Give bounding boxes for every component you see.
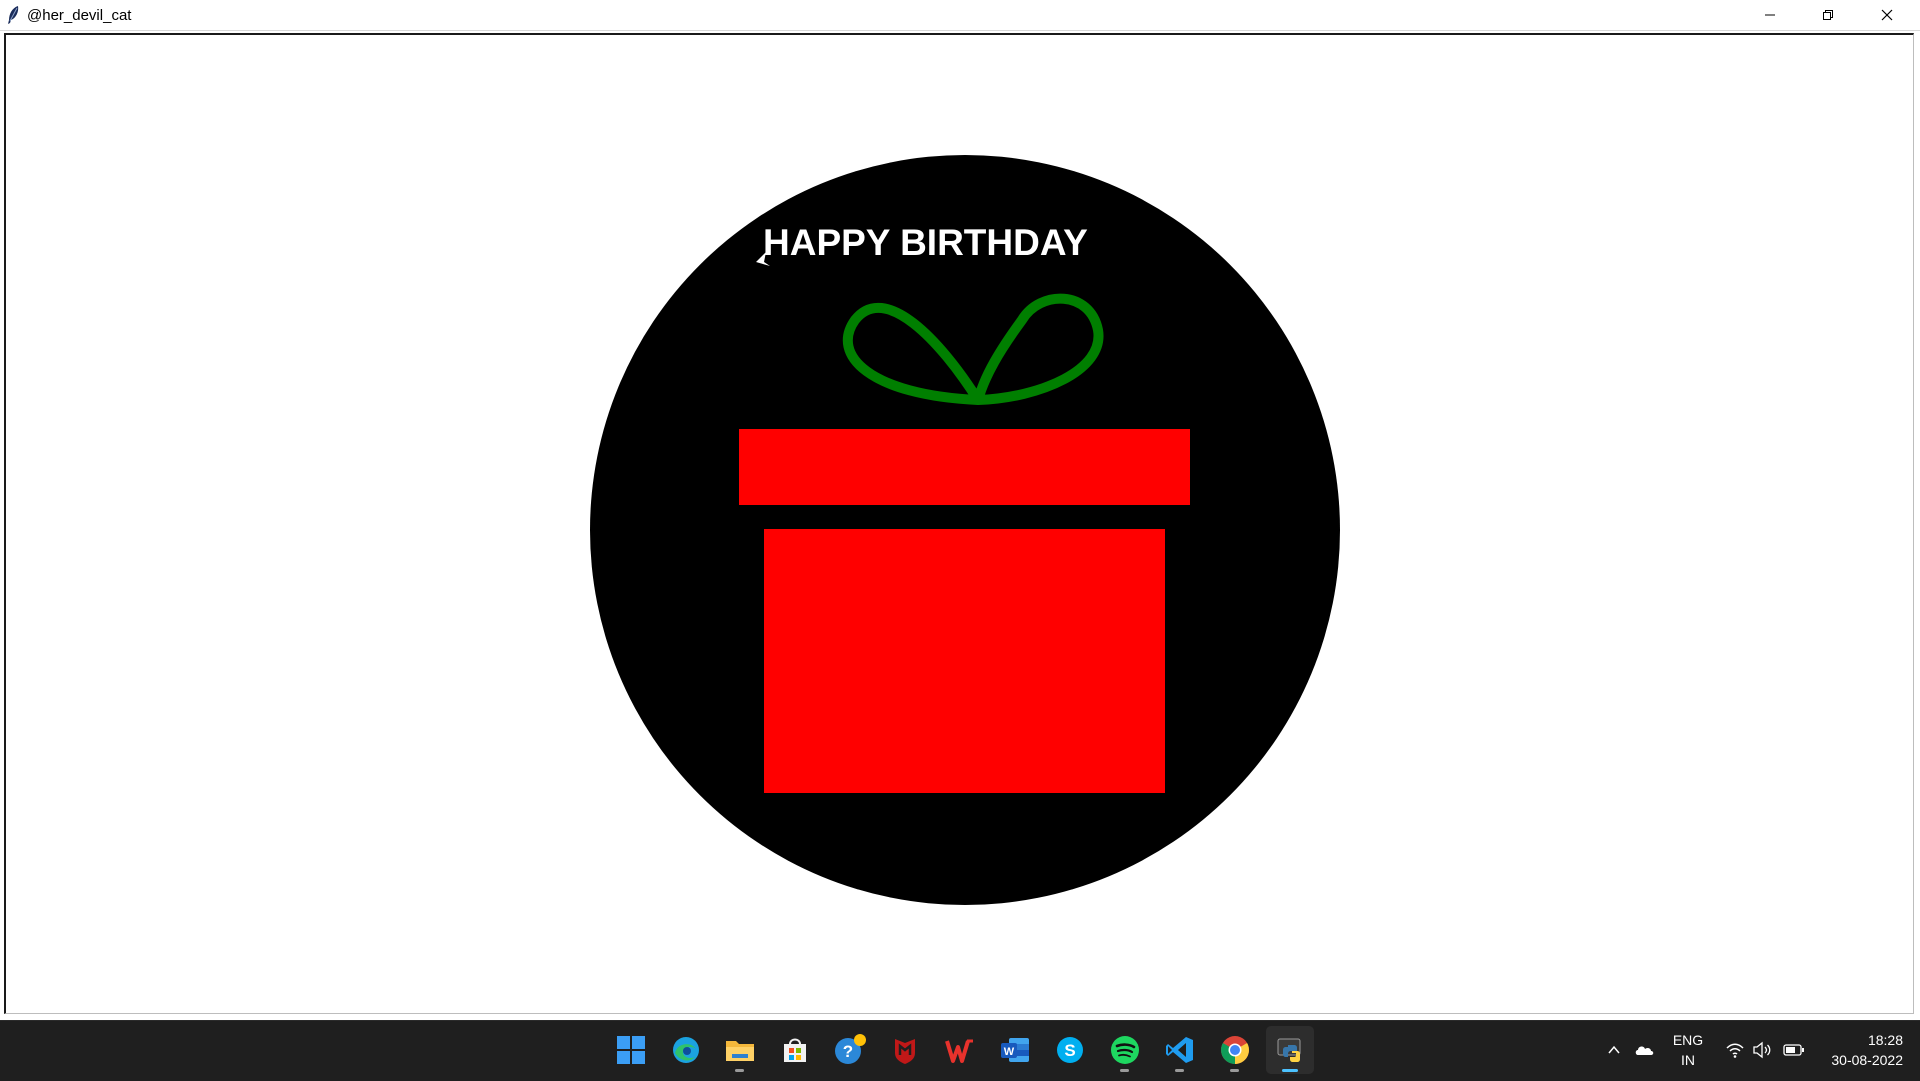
- volume-icon[interactable]: [1752, 1041, 1772, 1059]
- word-icon: W: [1001, 1038, 1029, 1062]
- spotify-icon: [1111, 1036, 1139, 1064]
- chrome-icon: [1221, 1036, 1249, 1064]
- wps-icon: [945, 1039, 973, 1063]
- taskbar-skype[interactable]: S: [1046, 1026, 1094, 1074]
- onedrive-cloud-icon[interactable]: [1634, 1042, 1654, 1058]
- vscode-icon: [1166, 1037, 1193, 1063]
- taskbar: ? W S: [0, 1020, 1920, 1081]
- taskbar-wps[interactable]: [936, 1026, 984, 1074]
- taskbar-store[interactable]: [771, 1026, 819, 1074]
- taskbar-vscode[interactable]: [1156, 1026, 1204, 1074]
- edge-icon: [673, 1037, 699, 1063]
- svg-text:W: W: [1004, 1046, 1015, 1058]
- help-icon: ?: [835, 1034, 866, 1064]
- chevron-up-icon[interactable]: [1606, 1042, 1622, 1058]
- birthday-drawing: [590, 155, 1340, 905]
- taskbar-python[interactable]: [1266, 1026, 1314, 1074]
- svg-text:S: S: [1064, 1041, 1075, 1060]
- mcafee-icon: [895, 1039, 915, 1064]
- taskbar-spotify[interactable]: [1101, 1026, 1149, 1074]
- start-button[interactable]: [607, 1026, 655, 1074]
- clock-date[interactable]: 30-08-2022: [1818, 1052, 1903, 1068]
- clock-time[interactable]: 18:28: [1860, 1032, 1903, 1048]
- gift-box: [764, 529, 1165, 793]
- taskbar-edge[interactable]: [662, 1026, 710, 1074]
- battery-icon[interactable]: [1783, 1043, 1805, 1057]
- region-indicator[interactable]: IN: [1672, 1052, 1704, 1068]
- taskbar-chrome[interactable]: [1211, 1026, 1259, 1074]
- taskbar-get-help[interactable]: ?: [826, 1026, 874, 1074]
- happy-birthday-text: HAPPY BIRTHDAY: [763, 222, 1088, 263]
- folder-icon: [726, 1041, 754, 1061]
- taskbar-file-explorer[interactable]: [716, 1026, 764, 1074]
- windows-start-icon: [617, 1036, 645, 1064]
- python-icon: [1277, 1038, 1301, 1062]
- language-indicator[interactable]: ENG: [1672, 1032, 1704, 1048]
- taskbar-mcafee[interactable]: [881, 1026, 929, 1074]
- taskbar-word[interactable]: W: [991, 1026, 1039, 1074]
- wifi-icon[interactable]: [1725, 1041, 1745, 1059]
- store-icon: [784, 1038, 806, 1062]
- skype-icon: S: [1057, 1037, 1083, 1063]
- gift-lid: [739, 429, 1190, 505]
- svg-text:?: ?: [843, 1042, 853, 1061]
